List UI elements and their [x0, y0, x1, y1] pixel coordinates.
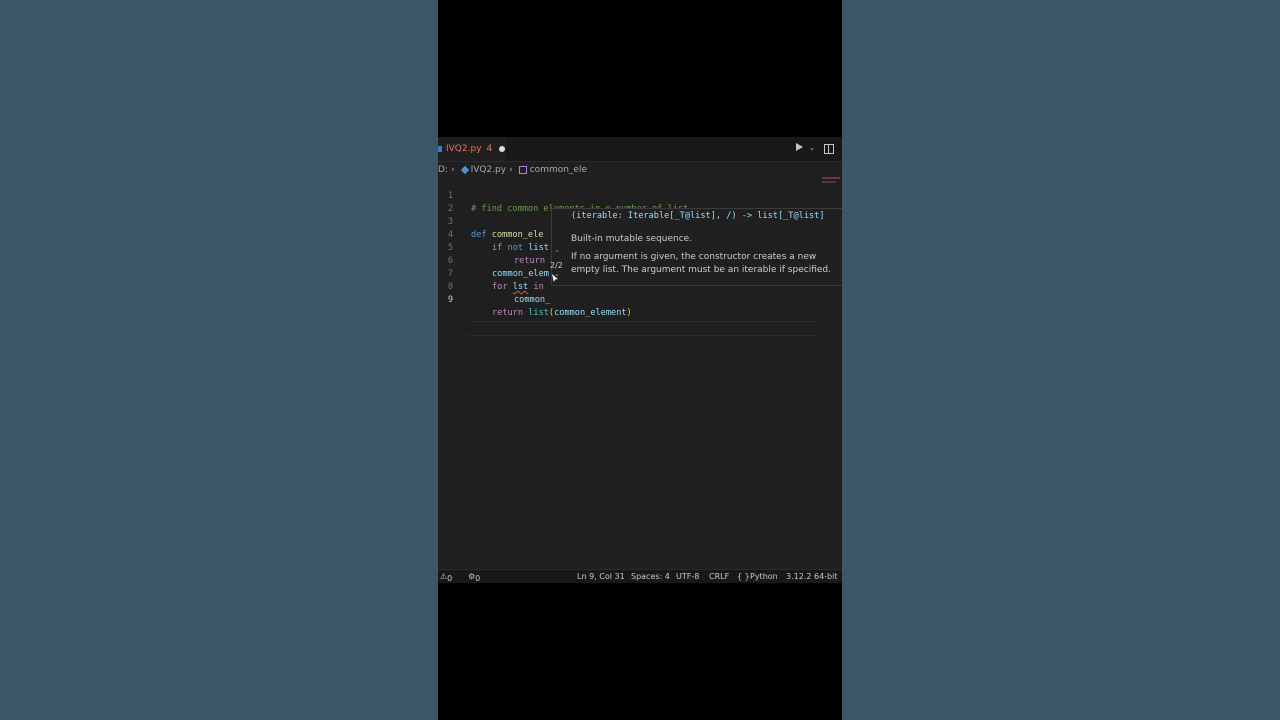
- split-editor-icon[interactable]: [824, 144, 834, 154]
- status-bar: ⚠ 0 ⚙ 0 Ln 9, Col 31 Spaces: 4 UTF-8 CRL…: [438, 569, 842, 583]
- hover-description: Built-in mutable sequence.: [571, 234, 693, 244]
- status-spaces[interactable]: Spaces: 4: [631, 572, 670, 581]
- code-line[interactable]: 2: [438, 190, 842, 214]
- chevron-right-icon: ›: [509, 165, 513, 175]
- tab-ivq2[interactable]: IVQ2.py 4: [438, 137, 506, 161]
- code-text: common_: [514, 295, 551, 305]
- status-errors[interactable]: ⚠ 0: [440, 572, 452, 583]
- hover-tooltip: ⌃ 2/2 ⌄ (iterable: Iterable[_T@list], /)…: [550, 208, 842, 286]
- video-frame: IVQ2.py 4 ⌄ D: › IVQ2.py › common_ele 1 …: [438, 0, 842, 720]
- status-interpreter[interactable]: 3.12.2 64-bit: [786, 572, 838, 581]
- chevron-right-icon: ›: [450, 165, 455, 175]
- status-warnings[interactable]: ⚙ 0: [468, 572, 480, 583]
- run-icon[interactable]: [796, 143, 803, 151]
- hover-signature: (iterable: Iterable[_T@list], /) -> list…: [571, 211, 825, 221]
- status-encoding[interactable]: UTF-8: [676, 572, 699, 581]
- python-file-icon: [460, 165, 469, 175]
- language-braces-icon: { }: [737, 572, 750, 581]
- vscode-editor: IVQ2.py 4 ⌄ D: › IVQ2.py › common_ele 1 …: [438, 137, 842, 583]
- python-file-icon: [438, 146, 442, 152]
- tab-filename: IVQ2.py: [446, 144, 482, 154]
- chevron-up-icon[interactable]: ⌃: [554, 249, 560, 257]
- breadcrumb-file[interactable]: IVQ2.py: [471, 165, 507, 175]
- code-text: return list(common_element): [492, 308, 632, 318]
- tab-problems-badge: 4: [486, 144, 493, 154]
- current-line-highlight: [468, 321, 818, 336]
- run-dropdown-chevron-icon[interactable]: ⌄: [809, 144, 815, 152]
- tab-bar: IVQ2.py 4 ⌄: [438, 137, 842, 162]
- breadcrumb-drive[interactable]: D:: [438, 165, 448, 175]
- line-number: 9: [447, 295, 453, 305]
- overload-counter: 2/2: [550, 261, 563, 270]
- code-line[interactable]: 1 # find common elements in n number of …: [438, 177, 842, 214]
- hover-details: If no argument is given, the constructor…: [571, 252, 831, 275]
- status-position[interactable]: Ln 9, Col 31: [577, 572, 625, 581]
- status-language[interactable]: Python: [750, 572, 778, 581]
- status-eol[interactable]: CRLF: [709, 572, 729, 581]
- left-backdrop: [0, 0, 438, 720]
- method-cube-icon: [518, 166, 527, 174]
- unsaved-dot-icon[interactable]: [499, 146, 506, 152]
- breadcrumb-symbol[interactable]: common_ele: [530, 165, 587, 175]
- right-backdrop: [842, 0, 1280, 720]
- breadcrumb: D: › IVQ2.py › common_ele: [438, 163, 842, 177]
